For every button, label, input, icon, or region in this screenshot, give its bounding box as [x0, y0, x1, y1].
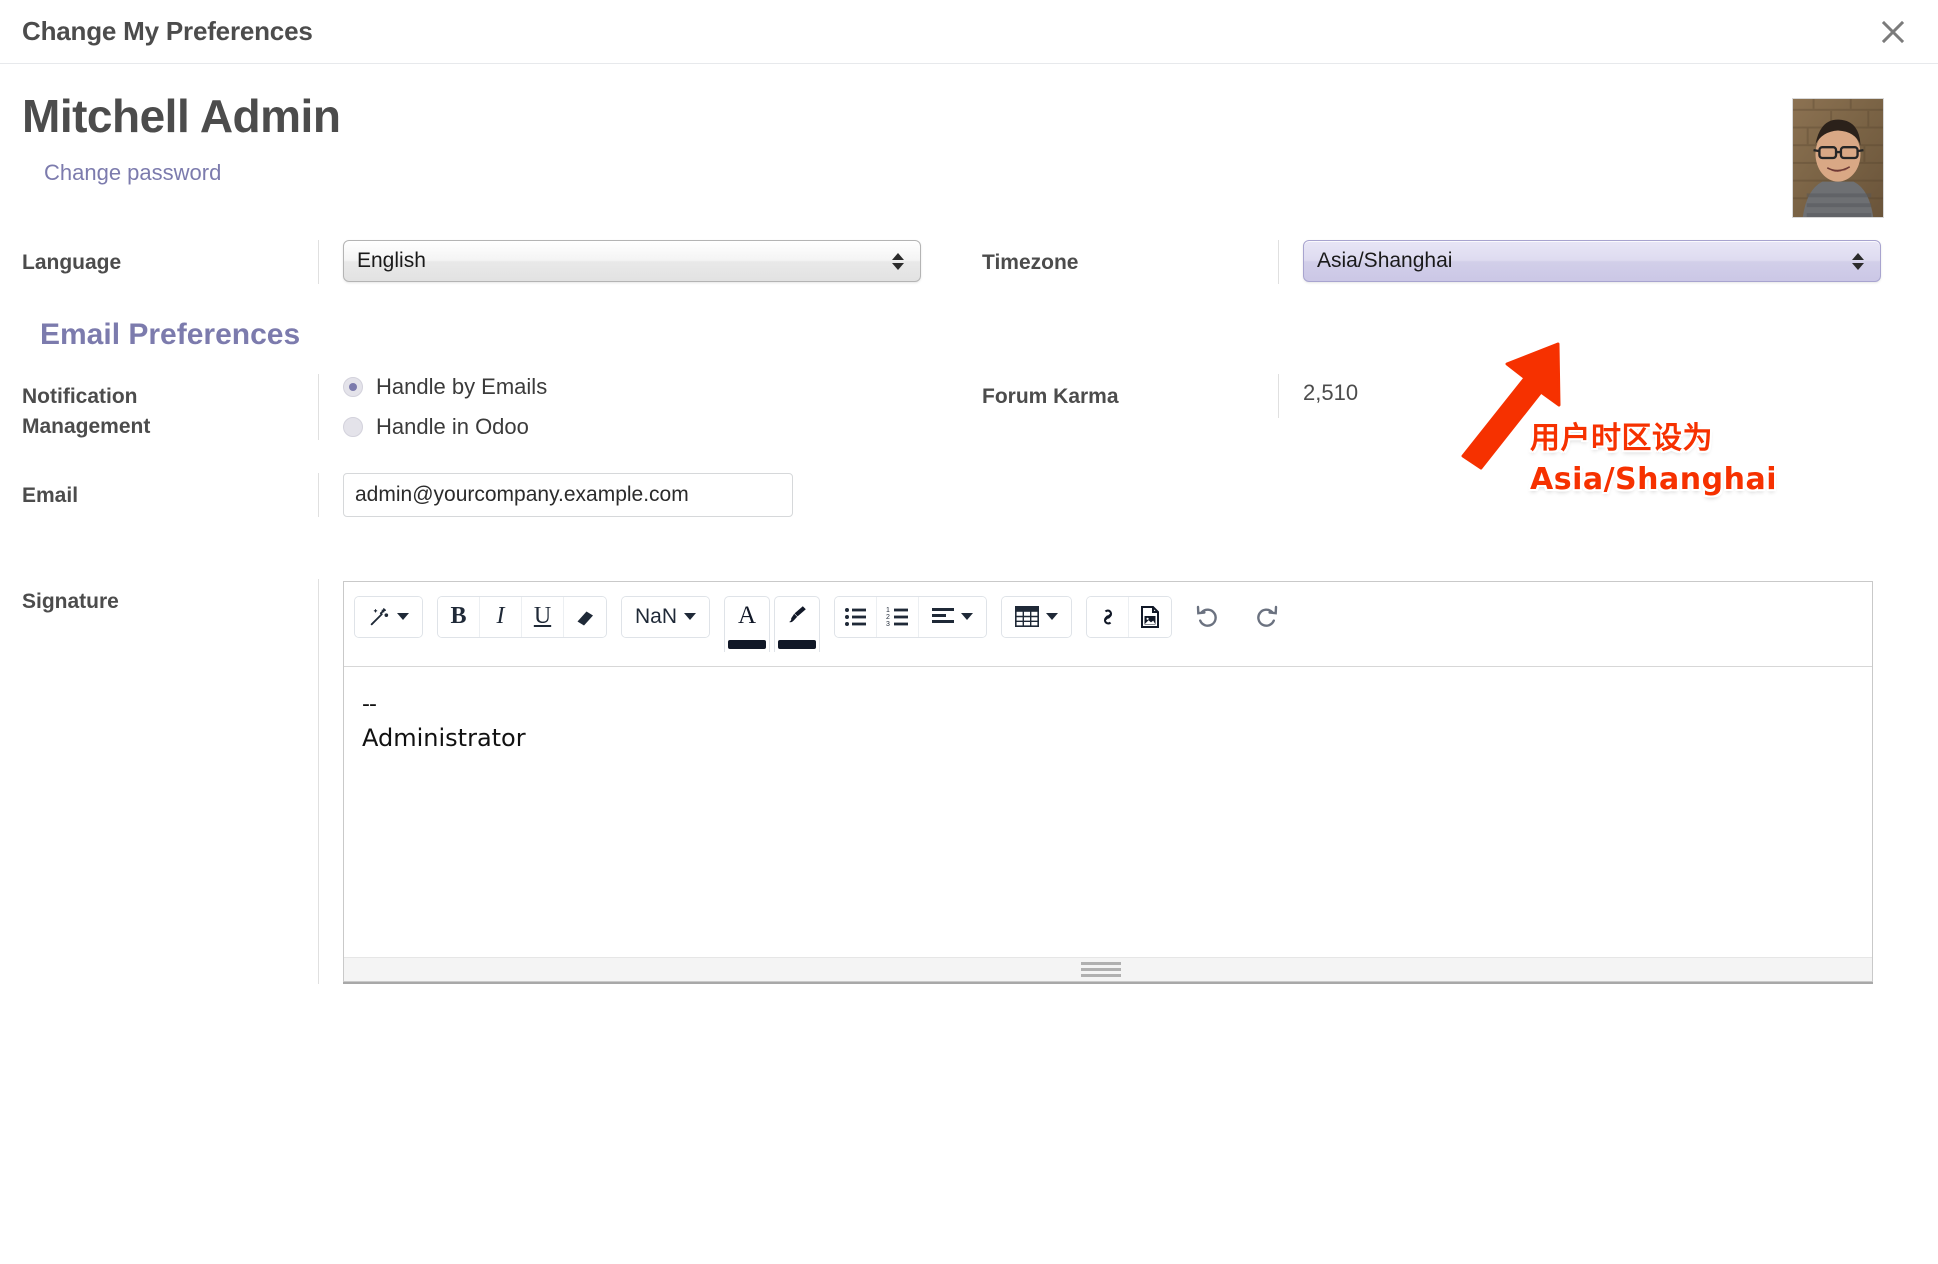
font-size-value: NaN	[635, 604, 678, 628]
notification-label: Notification Management	[22, 374, 318, 443]
undo-icon	[1196, 605, 1217, 627]
svg-text:2: 2	[886, 614, 890, 621]
user-name-block: Mitchell Admin Change password	[22, 92, 1792, 186]
timezone-select-value: Asia/Shanghai	[1317, 249, 1453, 272]
underline-button[interactable]: U	[522, 596, 564, 637]
radio-option-handle-in-odoo[interactable]: Handle in Odoo	[343, 414, 982, 440]
language-field: Language English	[22, 240, 982, 284]
bullet-list-button[interactable]	[835, 596, 878, 637]
font-color-swatch	[728, 639, 767, 649]
chevron-down-icon	[961, 613, 974, 621]
link-icon	[1103, 609, 1112, 625]
numbered-list-icon: 1 2 3	[886, 607, 908, 628]
font-size-dropdown[interactable]: NaN	[622, 596, 710, 637]
signature-row: Signature B I U NaN A 1 2 3 -- Administr…	[22, 578, 1914, 984]
notification-field: Notification Management Handle by Emails…	[22, 374, 982, 443]
italic-icon: I	[496, 603, 505, 630]
align-button[interactable]	[919, 596, 987, 637]
dialog-header: Change My Preferences	[0, 0, 1938, 64]
stepper-arrows-icon	[890, 252, 906, 270]
image-button[interactable]	[1129, 596, 1172, 637]
language-select[interactable]: English	[343, 240, 921, 282]
email-row: Email	[22, 472, 1914, 517]
font-color-icon: A	[737, 601, 757, 629]
notification-karma-row: Notification Management Handle by Emails…	[22, 374, 1914, 443]
clear-format-button[interactable]	[564, 596, 606, 637]
avatar-photo-icon	[1793, 99, 1883, 217]
language-select-value: English	[357, 249, 426, 272]
close-icon	[1880, 19, 1906, 45]
signature-line-2: Administrator	[362, 723, 526, 752]
chevron-down-icon	[684, 613, 697, 621]
image-icon	[1141, 605, 1160, 628]
avatar	[1792, 98, 1884, 218]
redo-icon	[1257, 605, 1278, 627]
notification-label-line1: Notification	[22, 385, 138, 408]
preferences-form: Language English Timezone Asia/Shanghai	[22, 240, 1914, 984]
chevron-down-icon	[397, 613, 409, 621]
link-button[interactable]	[1087, 596, 1130, 637]
signature-line-1: --	[362, 691, 377, 717]
table-button[interactable]	[1002, 596, 1072, 637]
editor-toolbar: B I U NaN A 1 2 3	[344, 581, 1872, 667]
radio-label: Handle in Odoo	[376, 414, 529, 439]
radio-label: Handle by Emails	[376, 374, 548, 399]
timezone-select[interactable]: Asia/Shanghai	[1303, 240, 1881, 282]
dialog-title: Change My Preferences	[22, 16, 313, 46]
close-button[interactable]	[1876, 15, 1910, 49]
radio-button-icon[interactable]	[343, 417, 363, 437]
language-timezone-row: Language English Timezone Asia/Shanghai	[22, 240, 1914, 284]
chevron-down-icon	[1046, 613, 1059, 621]
italic-button[interactable]: I	[480, 596, 522, 637]
toolbar-group-font-size: NaN	[621, 595, 711, 638]
toolbar-group-table	[1001, 595, 1073, 638]
email-input[interactable]	[343, 472, 793, 517]
paintbrush-icon	[789, 606, 806, 623]
toolbar-group-insert	[1086, 595, 1173, 638]
stepper-arrows-icon	[1850, 252, 1866, 270]
table-icon	[1015, 606, 1040, 628]
undo-button[interactable]	[1186, 596, 1230, 638]
underline-icon: U	[533, 603, 552, 630]
editor-resize-footer[interactable]	[344, 956, 1872, 981]
radio-option-handle-by-emails[interactable]: Handle by Emails	[343, 374, 982, 400]
magic-wand-icon[interactable]	[355, 596, 422, 637]
forum-karma-value: 2,510	[1303, 380, 1359, 405]
font-color-button[interactable]: A	[724, 595, 771, 652]
section-heading-email-preferences: Email Preferences	[40, 318, 301, 351]
svg-text:3: 3	[886, 621, 890, 628]
timezone-field: Timezone Asia/Shanghai	[982, 240, 1914, 284]
background-color-swatch	[778, 639, 817, 649]
notification-label-line2: Management	[22, 415, 151, 439]
language-label: Language	[22, 251, 122, 274]
timezone-label: Timezone	[982, 251, 1079, 274]
redo-button[interactable]	[1244, 596, 1288, 638]
bold-icon: B	[450, 603, 467, 630]
signature-label: Signature	[22, 589, 119, 613]
signature-editor: B I U NaN A 1 2 3 -- Administrator	[343, 580, 1873, 982]
bullet-list-icon	[844, 607, 866, 626]
eraser-icon	[577, 611, 593, 626]
user-identity-row: Mitchell Admin Change password	[22, 92, 1914, 218]
toolbar-group-style-suggestion	[354, 595, 423, 638]
email-label: Email	[22, 483, 79, 507]
background-color-button[interactable]	[774, 595, 821, 652]
toolbar-group-lists: 1 2 3	[834, 595, 988, 638]
bold-button[interactable]: B	[438, 596, 480, 637]
forum-karma-label: Forum Karma	[982, 385, 1119, 408]
svg-text:1: 1	[886, 607, 890, 614]
numbered-list-button[interactable]: 1 2 3	[877, 596, 920, 637]
email-field: Email	[22, 472, 982, 517]
page-title: Mitchell Admin	[22, 90, 341, 142]
align-left-icon	[932, 607, 955, 623]
resize-grip-icon[interactable]	[1081, 961, 1121, 977]
signature-editor-content[interactable]: -- Administrator	[344, 667, 1872, 957]
editor-bottom-rule	[343, 981, 1873, 984]
toolbar-group-text-format: B I U	[437, 595, 607, 638]
change-password-link[interactable]: Change password	[44, 160, 221, 186]
dialog-body: Mitchell Admin Change password Language …	[0, 64, 1938, 984]
radio-button-icon[interactable]	[343, 377, 363, 397]
forum-karma-field: Forum Karma 2,510	[982, 374, 1914, 418]
